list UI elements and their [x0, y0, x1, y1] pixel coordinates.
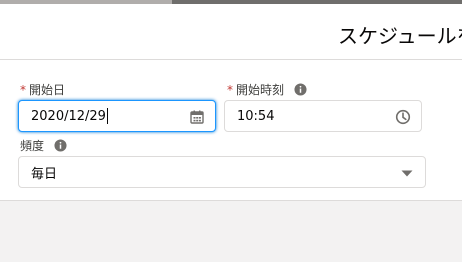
- modal-header: スケジュールを: [0, 4, 462, 60]
- clock-icon[interactable]: [395, 109, 411, 125]
- start-time-input[interactable]: 10:54: [224, 100, 422, 132]
- frequency-label-group: 頻度: [20, 137, 67, 154]
- frequency-value: 毎日: [31, 166, 58, 182]
- required-marker: *: [20, 82, 26, 97]
- start-time-label: 開始時刻: [236, 83, 285, 97]
- start-date-label: 開始日: [29, 83, 66, 97]
- frequency-label: 頻度: [20, 139, 45, 153]
- start-date-input[interactable]: 2020/12/29: [18, 100, 216, 132]
- modal-footer: [0, 200, 462, 262]
- chevron-down-icon[interactable]: [399, 165, 415, 181]
- start-date-label-group: * 開始日: [20, 81, 65, 98]
- frequency-select[interactable]: 毎日: [18, 156, 426, 188]
- text-cursor: [106, 108, 108, 124]
- start-date-value: 2020/12/29: [31, 108, 106, 124]
- modal-body: * 開始日 2020/12/29 * 開始時刻 10:54 頻度 毎日: [0, 60, 462, 200]
- start-time-value: 10:54: [237, 108, 275, 124]
- modal-title: スケジュールを: [338, 24, 462, 48]
- required-marker: *: [227, 82, 233, 97]
- info-icon[interactable]: [294, 83, 307, 96]
- info-icon[interactable]: [54, 139, 67, 152]
- start-time-label-group: * 開始時刻: [227, 81, 307, 98]
- calendar-icon[interactable]: [189, 109, 205, 125]
